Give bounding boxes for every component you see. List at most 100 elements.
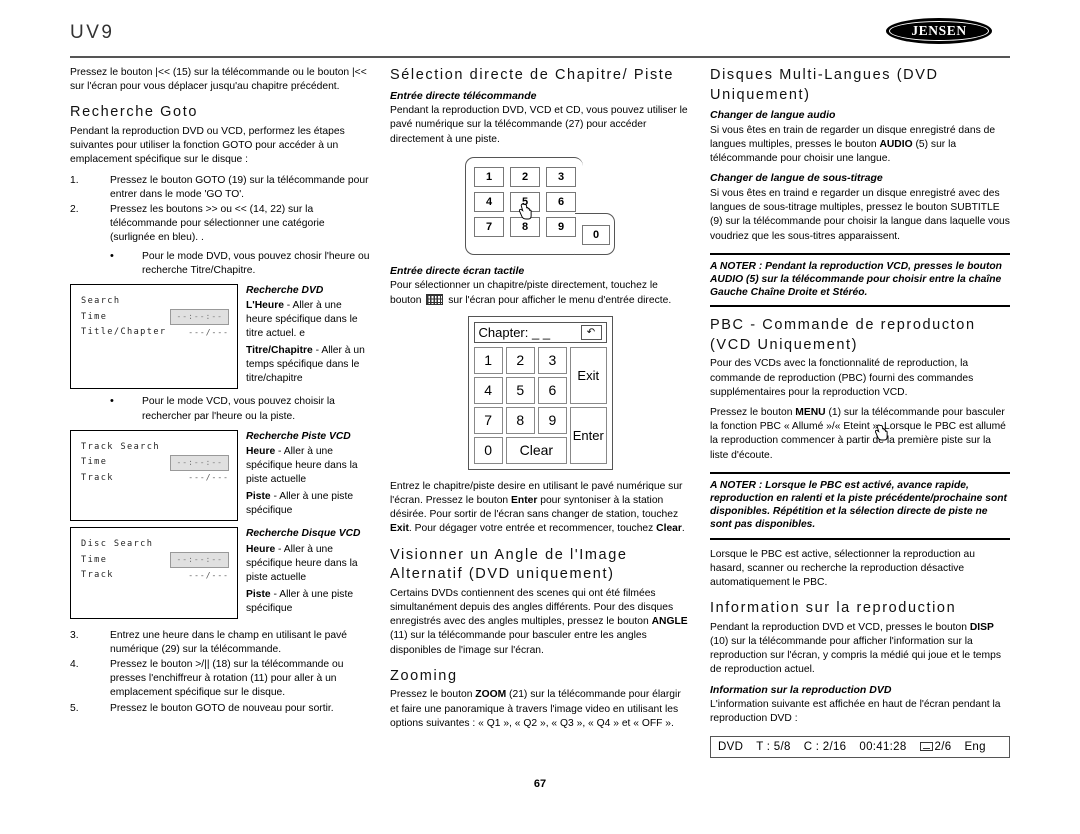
remote-key-8[interactable]: 8 [510,216,540,237]
lcd-track-row: Track ---/--- [81,471,229,486]
chapter-key-4[interactable]: 4 [473,376,503,404]
vcd-track-search-figure: Track Search Time --:--:-- Track ---/---… [70,429,370,522]
chapter-key-5[interactable]: 5 [505,376,535,404]
emphasis-term: Exit [390,523,409,535]
remote-key-7[interactable]: 7 [474,216,504,237]
emphasis-term: Enter [511,495,538,507]
remote-key-1[interactable]: 1 [474,166,504,187]
chapter-key-6[interactable]: 6 [537,376,568,404]
remote-key-3[interactable]: 3 [546,166,576,187]
heading-multi-langues: Disques Multi-Langues (DVD Uniquement) [710,67,939,103]
status-title-number: T : 5/8 [756,740,791,753]
chapter-input-value: Chapter: _ _ [478,324,551,340]
chapter-key-7[interactable]: 7 [473,406,503,434]
step-text: Pressez le bouton >/|| (18) sur la téléc… [110,658,344,699]
remote-graphic: 1 2 3 4 5 6 7 8 9 0 [465,156,615,255]
goto-steps-tail-list: 3. Entrez une heure dans le champ en uti… [70,629,370,716]
step-text: Pressez le bouton GOTO (19) sur la téléc… [110,174,369,200]
chapter-dialog-instructions: Entrez le chapitre/piste desire en utili… [390,480,685,535]
remote-key-6[interactable]: 6 [546,191,576,212]
chapter-key-3[interactable]: 3 [537,346,568,374]
chapter-input-field[interactable]: Chapter: _ _ ↶ [473,321,607,343]
chapter-enter-button[interactable]: Enter [570,406,607,464]
search-box-title: Search [81,296,121,306]
dvd-mode-bullet-list: • Pour le mode DVD, vous pouvez chosir l… [70,250,370,278]
step-number: 1. [70,174,79,186]
chapter-key-1[interactable]: 1 [473,346,503,374]
info-text-1: Pendant la reproduction DVD et VCD, pres… [710,621,1001,676]
heading-pbc: PBC - Commande de reproducton (VCD Uniqu… [710,317,976,353]
bullet-dot-icon: • [110,395,114,408]
page-columns: Pressez le bouton |<< (15) sur la téléco… [70,66,1010,766]
notice-block-pbc: A NOTER : Lorsque le PBC est activé, ava… [710,471,1010,540]
vcd-mode-bullet-list: • Pour le mode VCD, vous pouvez choisir … [70,395,370,423]
chapter-key-9[interactable]: 9 [537,406,568,434]
remote-keypad-grid: 1 2 3 4 5 6 7 8 9 [474,166,576,237]
remote-key-0[interactable]: 0 [582,224,610,245]
subheading-langue-sous-titrage: Changer de langue de sous-titrage [710,172,883,185]
chapter-key-0[interactable]: 0 [473,436,503,464]
track-box-title: Track Search [81,441,160,452]
page-number: 67 [533,778,547,790]
subheading-entree-tactile: Entrée directe écran tactile [390,264,525,277]
keypad-button-icon [426,293,444,305]
step-text: Pressez le bouton GOTO de nouveau pour s… [110,702,334,714]
logo-ellipse-icon: JENSEN [886,18,992,44]
heading-recherche-goto: Recherche Goto [70,104,198,121]
remote-key-4[interactable]: 4 [474,191,504,212]
notice-text: A NOTER : Lorsque le PBC est activé, ava… [710,479,1007,531]
status-media-type: DVD [718,740,744,753]
step-number: 2. [70,203,79,215]
list-item: 2. Pressez les boutons >> ou << (14, 22)… [70,203,370,246]
bullet-text: Pour le mode VCD, vous pouvez choisir la… [142,396,335,422]
track-value: ---/--- [188,473,229,483]
disc-box-title: Disc Search [81,539,154,550]
lcd-time-row: Time --:--:-- [81,309,229,326]
chapter-clear-button[interactable]: Clear [505,436,568,464]
list-item: • Pour le mode DVD, vous pouvez chosir l… [70,250,370,278]
info-text-2: L'information suivante est affichée en h… [710,699,1001,725]
vcd-disc-note: Recherche Disque VCD Heure - Aller à une… [246,527,370,618]
subheading-entree-telecommande: Entrée directe télécommande [390,89,537,102]
step-text: Pressez les boutons >> ou << (14, 22) su… [110,203,325,244]
pbc-text-2: Pressez le bouton MENU (1) sur la téléco… [710,407,1006,461]
emphasis-term: MENU [795,407,826,419]
chapter-exit-button[interactable]: Exit [570,346,607,404]
notice-block-audio: A NOTER : Pendant la reproduction VCD, p… [710,252,1010,308]
chapter-key-8[interactable]: 8 [505,406,535,434]
step-number: 5. [70,702,79,714]
disc-time-label: Time [81,554,108,565]
step-number: 3. [70,629,79,641]
notice-text: A NOTER : Pendant la reproduction VCD, p… [710,260,1002,299]
manual-page: UV9 JENSEN Pressez le bouton |<< (15) su… [0,0,1080,834]
search-time-value: --:--:-- [170,309,229,326]
middle-column: Sélection directe de Chapitre/ Piste Ent… [390,66,888,766]
chapter-direct-entry-dialog: Chapter: _ _ ↶ 1 2 3 Exit 4 5 6 7 8 9 En… [467,315,888,470]
remote-key-9[interactable]: 9 [546,216,576,237]
model-name: UV9 [70,22,115,43]
note-item: Heure - Aller à une spécifique heure dan… [246,543,370,585]
note-item: Piste - Aller à une piste spécifique [246,490,370,518]
chapter-key-2[interactable]: 2 [505,346,535,374]
emphasis-term: ZOOM [475,689,507,701]
lcd-title-row: Search [81,294,229,309]
heading-selection-directe: Sélection directe de Chapitre/ Piste [390,67,675,83]
remote-key-2[interactable]: 2 [510,166,540,187]
chapter-keypad-grid: 1 2 3 Exit 4 5 6 7 8 9 Enter 0 Clear [473,346,607,464]
note-term: L'Heure [246,300,284,312]
vcd-track-note: Recherche Piste VCD Heure - Aller à une … [246,430,370,521]
bullet-dot-icon: • [110,249,114,262]
heading-information-reproduction: Information sur la reproduction [710,600,957,617]
note-term: Heure [246,543,276,555]
remote-key-5[interactable]: 5 [510,191,540,212]
list-item: 3. Entrez une heure dans le champ en uti… [70,629,370,657]
list-item: 1. Pressez le bouton GOTO (19) sur la té… [70,174,370,202]
list-item: 5. Pressez le bouton GOTO de nouveau pou… [70,702,370,716]
touch-direct-entry-text: Pour sélectionner un chapitre/piste dire… [390,279,690,307]
back-arrow-icon[interactable]: ↶ [580,324,602,340]
vcd-disc-search-figure: Disc Search Time --:--:-- Track ---/--- … [70,527,370,619]
lcd-titlechapter-row: Title/Chapter ---/--- [81,325,229,340]
disc-track-label: Track [81,570,114,581]
pbc-text-3: Lorsque le PBC est active, sélectionner … [710,548,976,588]
note-item: Heure - Aller à une spécifique heure dan… [246,445,370,487]
